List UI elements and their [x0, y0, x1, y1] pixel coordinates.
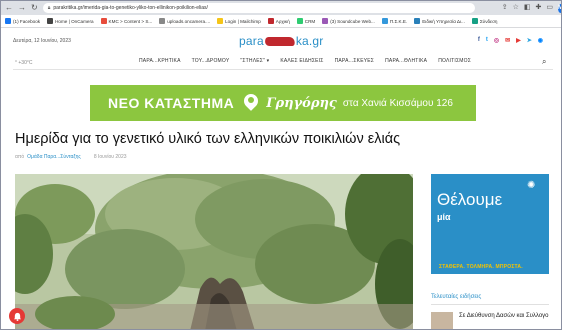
article-title: Ημερίδα για το γενετικό υλικό των ελληνι… [15, 131, 401, 147]
nav-item[interactable]: ΤΟΥ...ΔΡΟΜΟΥ [192, 58, 230, 64]
crete-map-logo-icon [264, 36, 296, 46]
email-icon[interactable]: ✉ [505, 37, 510, 44]
search-icon[interactable]: ⌕ [542, 57, 546, 67]
latest-news-heading: Τελευταίες ειδήσεις [431, 294, 482, 300]
bookmark-favicon-icon [322, 18, 329, 24]
article-date: 8 Ιουνίου 2023 [93, 154, 127, 160]
banner-location: στα Χανιά Κισσάμου 126 [342, 97, 453, 109]
bookmark-item[interactable]: Αρχική [267, 18, 290, 24]
bookmark-favicon-icon [471, 18, 478, 24]
nav-item[interactable]: "ΣΤΗΛΕΣ" ▾ [240, 58, 269, 64]
current-date: Δευτέρα, 12 Ιουνίου, 2023 [13, 38, 71, 44]
nav-divider [13, 69, 553, 70]
banner-headline: ΝΕΟ ΚΑΤΑΣΤΗΜΑ [108, 95, 235, 111]
share-icon[interactable]: ⇪ [502, 1, 508, 15]
bookmark-favicon-icon [267, 18, 274, 24]
browser-window: ← → ↻ 🔒︎ parakritika.gr/imerida-gia-to-g… [0, 0, 562, 330]
bookmark-item[interactable]: (3) Soundcube Web... [322, 18, 375, 24]
bookmark-item[interactable]: (1) Facebook [5, 18, 40, 24]
bookmark-item[interactable]: Login | Mailchimp [217, 18, 261, 24]
olive-tree-image [15, 174, 413, 329]
lock-icon: 🔒︎ [47, 5, 51, 11]
bookmarks-bar: (1) Facebook Home | OnCamera KMC > Conte… [1, 15, 561, 28]
main-nav: ΠΑΡΑ...ΚΡΗΤΙΚΑ ΤΟΥ...ΔΡΟΜΟΥ "ΣΤΗΛΕΣ" ▾ Κ… [139, 58, 471, 64]
bookmark-favicon-icon [100, 18, 107, 24]
site-logo[interactable]: para ka.gr [239, 34, 324, 48]
messenger-icon[interactable]: ◉ [538, 37, 543, 44]
sidebar-ad[interactable]: ✺ Θέλουμε μία ΣΤΑΘΕΡΑ. ΤΟΛΜΗΡΑ. ΜΠΡΟΣΤΑ. [431, 174, 549, 274]
bookmark-favicon-icon [217, 18, 224, 24]
party-logo-icon: ✺ [527, 180, 536, 191]
bookmark-favicon-icon [414, 18, 421, 24]
social-links: f t ◎ ✉ ▶ ➤ ◉ [478, 37, 543, 44]
bookmark-favicon-icon [159, 18, 166, 24]
profile-avatar[interactable]: M [557, 3, 561, 13]
youtube-icon[interactable]: ▶ [516, 37, 521, 44]
bookmark-favicon-icon [381, 18, 388, 24]
sidebar-ad-line1: Θέλουμε [437, 190, 503, 209]
article-featured-image [15, 174, 413, 329]
browser-toolbar: ← → ↻ 🔒︎ parakritika.gr/imerida-gia-to-g… [1, 1, 561, 15]
extensions-puzzle-icon[interactable]: ✚ [535, 1, 541, 15]
latest-news-item[interactable]: Σε Διεύθυνση Δασών και Συλλογο [459, 312, 551, 320]
nav-item[interactable]: ΠΟΛΙΤΙΣΜΟΣ [438, 58, 471, 64]
notification-bell-icon[interactable] [9, 308, 25, 324]
latest-news-divider [431, 304, 549, 305]
forward-icon[interactable]: → [18, 1, 26, 15]
sidebar-ad-slogan: ΣΤΑΘΕΡΑ. ΤΟΛΜΗΡΑ. ΜΠΡΟΣΤΑ. [439, 264, 523, 270]
bookmark-item[interactable]: Ειδική Υπηρεσία Δι... [414, 18, 465, 24]
sidebar-ad-line2: μία [437, 212, 451, 222]
telegram-icon[interactable]: ➤ [527, 37, 532, 44]
bookmark-favicon-icon [47, 18, 54, 24]
article-author[interactable]: Ομάδα Παρα...Σύνταξης [27, 154, 81, 160]
sidepanel-icon[interactable]: ▭ [546, 1, 553, 15]
bookmark-item[interactable]: KMC > Content > S... [100, 18, 152, 24]
bookmark-item[interactable]: Home | OnCamera [47, 18, 94, 24]
byline-prefix: από [15, 154, 25, 160]
nav-item[interactable]: ΠΑΡΑ...ΘΛΗΤΙΚΑ [385, 58, 427, 64]
bookmark-star-icon[interactable]: ☆ [513, 1, 519, 15]
map-pin-icon [241, 91, 262, 112]
latest-news-thumbnail[interactable] [431, 312, 453, 329]
instagram-icon[interactable]: ◎ [494, 37, 499, 44]
weather-widget: ° +30°C [15, 60, 33, 66]
facebook-icon[interactable]: f [478, 37, 480, 44]
site-top-strip: Δευτέρα, 12 Ιουνίου, 2023 para ka.gr f t… [13, 34, 551, 48]
extension-icon[interactable]: ◧ [524, 1, 531, 15]
address-bar[interactable]: 🔒︎ parakritika.gr/imerida-gia-to-genetik… [42, 3, 475, 13]
article-meta: από Ομάδα Παρα...Σύνταξης 8 Ιουνίου 2023 [15, 154, 127, 160]
bookmark-favicon-icon [296, 18, 303, 24]
twitter-icon[interactable]: t [486, 37, 488, 44]
reload-icon[interactable]: ↻ [31, 1, 38, 15]
bookmark-favicon-icon [5, 18, 11, 24]
banner-ad[interactable]: ΝΕΟ ΚΑΤΑΣΤΗΜΑ Γρηγόρης στα Χανιά Κισσάμο… [90, 85, 476, 121]
back-icon[interactable]: ← [5, 1, 13, 15]
nav-item[interactable]: ΚΑΛΕΣ ΕΙΔΗΣΕΙΣ [280, 58, 323, 64]
bookmark-item[interactable]: uploads.oncamera.... [159, 18, 210, 24]
url-text: parakritika.gr/imerida-gia-to-genetiko-y… [53, 5, 208, 11]
nav-item[interactable]: ΠΑΡΑ...ΚΡΗΤΙΚΑ [139, 58, 181, 64]
bookmark-item[interactable]: Π.Σ.Κ.Ε. [381, 18, 407, 24]
bookmark-item[interactable]: CRM [296, 18, 315, 24]
banner-brand: Γρηγόρης [266, 95, 337, 111]
bookmark-item[interactable]: Σύνδεση [471, 18, 498, 24]
nav-item[interactable]: ΠΑΡΑ...ΣΚΕΥΕΣ [335, 58, 375, 64]
